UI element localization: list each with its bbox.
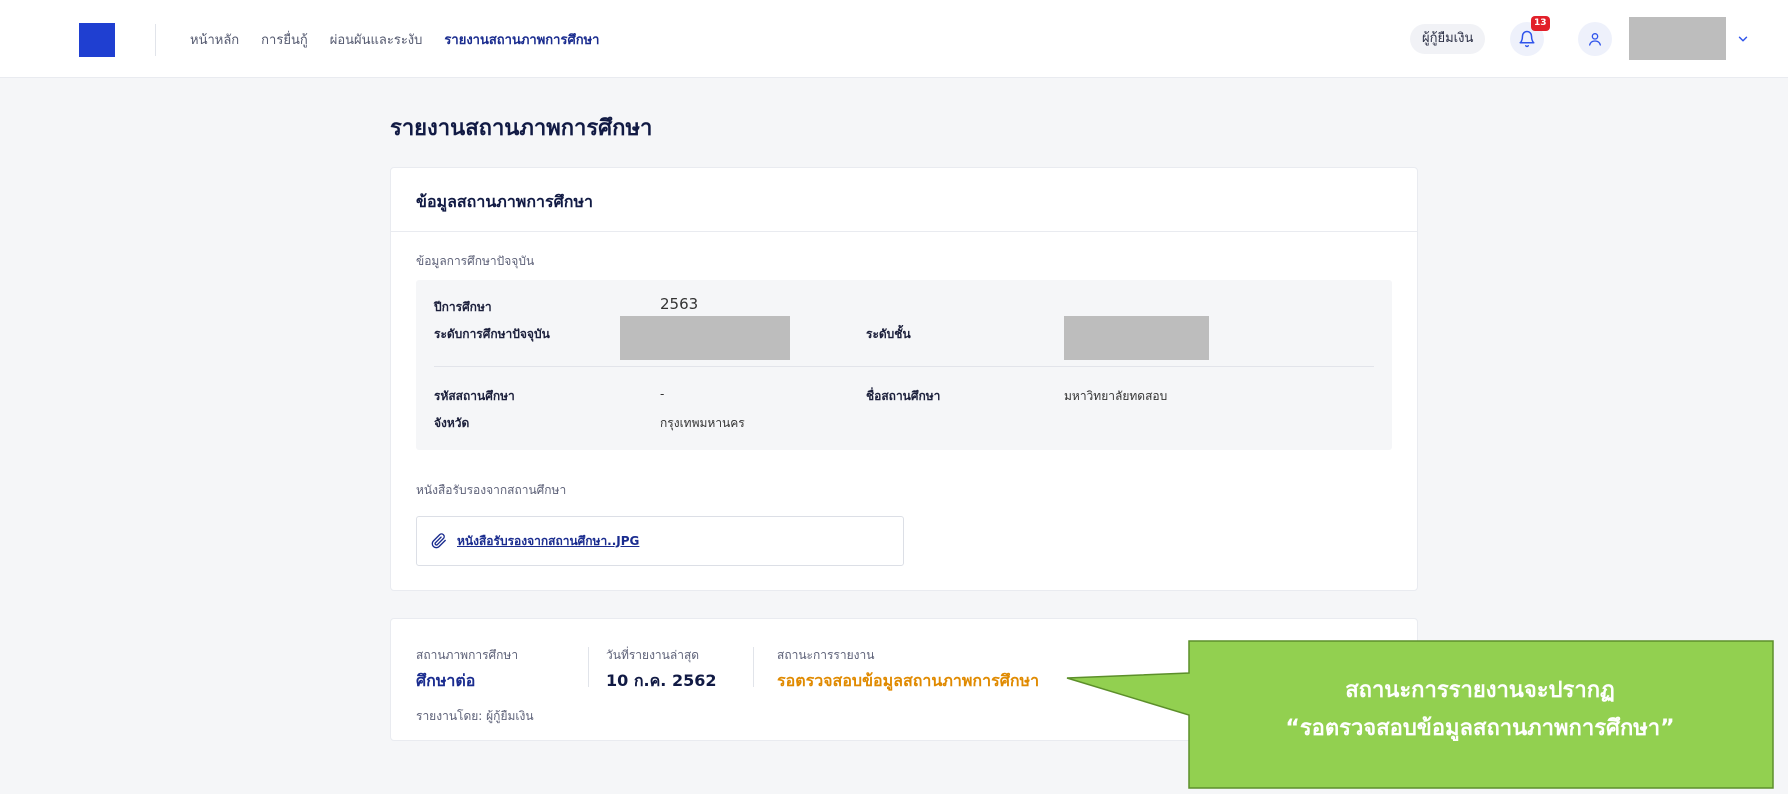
certificate-section-label: หนังสือรับรองจากสถานศึกษา <box>416 483 567 497</box>
province-value: กรุงเทพมหานคร <box>660 416 745 430</box>
paperclip-icon <box>431 533 446 549</box>
reported-by-text: รายงานโดย: ผู้กู้ยืมเงิน <box>416 709 534 723</box>
main-nav: หน้าหลัก การยื่นกู้ ผ่อนผันและระงับ รายง… <box>190 29 599 50</box>
institution-name-label: ชื่อสถานศึกษา <box>866 389 941 403</box>
current-level-label: ระดับการศึกษาปัจจุบัน <box>434 327 550 341</box>
nav-item-loan-application[interactable]: การยื่นกู้ <box>261 29 308 50</box>
card-title: ข้อมูลสถานภาพการศึกษา <box>391 168 1417 232</box>
institution-code-label: รหัสสถานศึกษา <box>434 389 515 403</box>
notification-count-badge: 13 <box>1531 16 1550 31</box>
divider <box>588 647 589 687</box>
user-icon <box>1589 33 1601 46</box>
grade-value-redacted <box>1064 316 1209 360</box>
certificate-attachment[interactable]: หนังสือรับรองจากสถานศึกษา..JPG <box>416 516 904 566</box>
grade-label: ระดับชั้น <box>866 327 911 341</box>
role-selector[interactable]: ผู้กู้ยืมเงิน <box>1410 24 1486 54</box>
last-report-date-label: วันที่รายงานล่าสุด <box>606 648 700 662</box>
user-menu-button[interactable] <box>1578 22 1612 56</box>
education-info-card: ข้อมูลสถานภาพการศึกษา ข้อมูลการศึกษาปัจจ… <box>390 167 1418 591</box>
bell-icon <box>1519 30 1535 48</box>
academic-year-value: 2563 <box>660 295 699 313</box>
chevron-down-icon <box>1738 36 1748 42</box>
academic-year-label: ปีการศึกษา <box>434 300 492 314</box>
user-name-redacted <box>1629 17 1726 60</box>
callout-line-2: “รอตรวจสอบข้อมูลสถานภาพการศึกษา” <box>1285 716 1675 741</box>
education-status-value: ศึกษาต่อ <box>416 671 476 690</box>
last-report-date-value: 10 ก.ค. 2562 <box>606 671 717 690</box>
institution-code-value: - <box>660 387 665 401</box>
callout-line-1: สถานะการรายงานจะปรากฏ <box>1345 678 1615 703</box>
current-level-value-redacted <box>620 316 790 360</box>
institution-name-value: มหาวิทยาลัยทดสอบ <box>1064 389 1168 403</box>
education-status-label: สถานภาพการศึกษา <box>416 648 519 662</box>
user-menu-toggle[interactable] <box>1726 22 1760 56</box>
callout-text: สถานะการรายงานจะปรากฏ “รอตรวจสอบข้อมูลสถ… <box>1190 672 1770 748</box>
current-education-info-box: ปีการศึกษา 2563 ระดับการศึกษาปัจจุบัน ระ… <box>416 280 1392 450</box>
nav-item-home[interactable]: หน้าหลัก <box>190 29 239 50</box>
row-divider <box>434 366 1374 367</box>
brand-logo[interactable] <box>79 23 115 57</box>
divider <box>753 647 754 687</box>
page-title: รายงานสถานภาพการศึกษา <box>390 116 653 141</box>
nav-divider <box>155 24 156 56</box>
province-label: จังหวัด <box>434 416 470 430</box>
top-navigation-bar: หน้าหลัก การยื่นกู้ ผ่อนผันและระงับ รายง… <box>0 0 1788 78</box>
report-status-value: รอตรวจสอบข้อมูลสถานภาพการศึกษา <box>777 671 1040 690</box>
certificate-file-link[interactable]: หนังสือรับรองจากสถานศึกษา..JPG <box>457 532 639 551</box>
report-status-label: สถานะการรายงาน <box>777 648 875 662</box>
nav-item-deferment[interactable]: ผ่อนผันและระงับ <box>330 29 423 50</box>
current-education-section-label: ข้อมูลการศึกษาปัจจุบัน <box>416 254 535 268</box>
nav-item-education-report[interactable]: รายงานสถานภาพการศึกษา <box>444 29 599 50</box>
